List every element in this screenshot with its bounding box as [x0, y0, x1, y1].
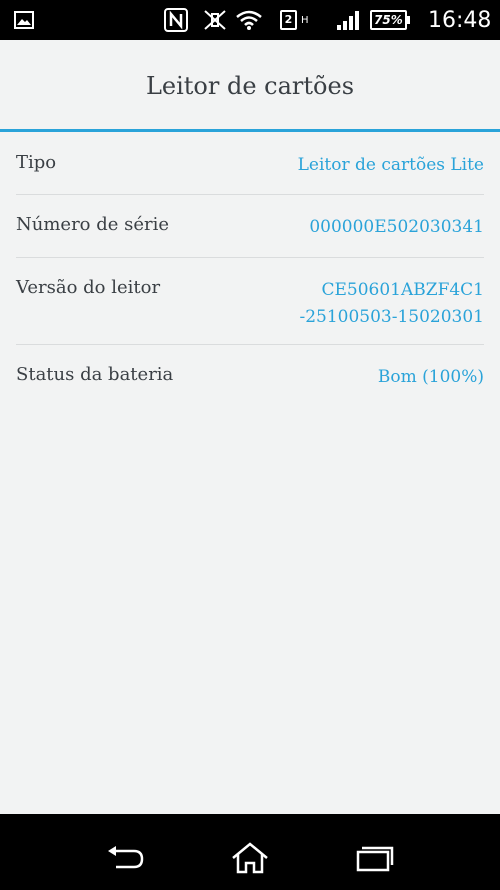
network-type: H	[301, 14, 309, 26]
clock: 16:48	[428, 7, 492, 33]
header-divider	[0, 129, 500, 132]
row-value: 000000E502030341	[309, 217, 484, 237]
info-row-serial: Número de série 000000E502030341	[16, 214, 484, 242]
row-value: Leitor de cartões Lite	[297, 155, 484, 175]
row-value: CE50601ABZF4C1 -25100503-15020301	[299, 277, 484, 331]
recent-apps-icon	[356, 846, 394, 872]
row-label: Número de série	[16, 214, 170, 235]
row-divider	[16, 344, 484, 345]
row-label: Tipo	[16, 152, 57, 173]
info-row-version: Versão do leitor CE50601ABZF4C1 -2510050…	[16, 277, 484, 333]
home-button[interactable]	[228, 838, 272, 878]
row-label: Versão do leitor	[16, 277, 161, 298]
version-line-2: -25100503-15020301	[299, 307, 484, 327]
row-label: Status da bateria	[16, 364, 174, 385]
battery-level: 75%	[370, 10, 410, 30]
back-button[interactable]	[104, 838, 148, 878]
gallery-icon	[14, 0, 34, 40]
page-title: Leitor de cartões	[145, 71, 355, 100]
battery-icon: 75%	[370, 0, 410, 40]
back-icon	[108, 846, 144, 869]
navigation-bar	[0, 814, 500, 890]
home-icon	[232, 842, 268, 874]
row-divider	[16, 194, 484, 195]
info-row-tipo: Tipo Leitor de cartões Lite	[16, 152, 484, 180]
row-value: Bom (100%)	[377, 367, 484, 387]
sim-icon: 2	[280, 0, 297, 40]
sim-number: 2	[280, 10, 297, 30]
row-divider	[16, 257, 484, 258]
signal-icon	[336, 0, 362, 40]
nfc-icon	[164, 0, 188, 40]
info-row-battery: Status da bateria Bom (100%)	[16, 364, 484, 392]
mute-icon	[202, 0, 228, 40]
app-header: Leitor de cartões	[0, 40, 500, 129]
version-line-1: CE50601ABZF4C1	[321, 280, 484, 300]
wifi-icon	[236, 0, 262, 40]
recent-apps-button[interactable]	[352, 838, 396, 878]
status-bar: 2 H 75% 16:48	[0, 0, 500, 40]
